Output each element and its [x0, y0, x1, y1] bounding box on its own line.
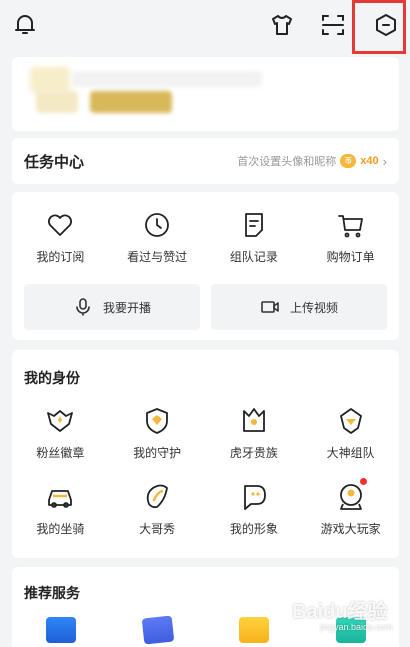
quick-label: 购物订单: [326, 250, 375, 264]
identity-item-avatar-image[interactable]: 我的形象: [206, 480, 303, 537]
quick-item-team-records[interactable]: 组队记录: [206, 210, 303, 265]
tshirt-icon[interactable]: [265, 8, 299, 42]
quick-item-subscriptions[interactable]: 我的订阅: [12, 210, 109, 265]
badge-blurred: [90, 91, 172, 113]
game-player-icon: [339, 484, 362, 510]
identity-item-guard[interactable]: 我的守护: [109, 404, 206, 461]
task-center-hint-group[interactable]: 首次设置头像和昵称 币 x40 ›: [237, 153, 387, 169]
settings-highlight-box: [352, 0, 406, 54]
identity-item-noble[interactable]: 虎牙贵族: [206, 404, 303, 461]
cart-icon: [337, 215, 363, 238]
top-bar: [0, 0, 410, 54]
quick-label: 组队记录: [229, 250, 278, 264]
identity-label: 我的坐骑: [36, 522, 85, 536]
quick-label: 我的订阅: [36, 250, 85, 264]
avatar-image-icon: [243, 485, 266, 510]
clock-icon: [145, 213, 170, 237]
master-team-icon: [339, 408, 362, 434]
upload-video-button[interactable]: 上传视频: [211, 284, 387, 330]
mount-car-icon: [48, 490, 73, 508]
task-center-card[interactable]: 任务中心 首次设置头像和昵称 币 x40 ›: [12, 138, 399, 184]
coin-icon: 币: [340, 154, 357, 168]
identity-label: 游戏大玩家: [320, 522, 381, 536]
identity-label: 大哥秀: [139, 522, 176, 536]
identity-label: 粉丝徽章: [36, 446, 85, 460]
recommended-title: 推荐服务: [24, 585, 80, 601]
quick-actions-card: 我的订阅 看过与赞过 组队记录 购物订单 我要开播 上传视频: [12, 192, 399, 340]
identity-item-master-team[interactable]: 大神组队: [302, 404, 399, 461]
go-live-button[interactable]: 我要开播: [24, 284, 200, 330]
identity-label: 大神组队: [326, 446, 375, 460]
big-brother-icon: [146, 484, 169, 509]
note-icon: [244, 213, 263, 237]
bell-icon[interactable]: [8, 8, 42, 42]
quick-label: 看过与赞过: [127, 250, 188, 264]
noble-crown-icon: [242, 408, 265, 432]
service-icon-yellow[interactable]: [239, 617, 269, 643]
go-live-label: 我要开播: [102, 300, 151, 315]
watermark-url: jingyan.baidu.com: [320, 622, 393, 632]
task-reward: x40: [360, 155, 379, 167]
microphone-icon: [76, 298, 90, 316]
service-icon-blue[interactable]: [46, 617, 76, 643]
upload-video-label: 上传视频: [289, 300, 338, 315]
fan-badge-icon: [47, 410, 74, 432]
level-blurred: [36, 91, 78, 113]
identity-item-mount[interactable]: 我的坐骑: [12, 480, 109, 537]
username-blurred: [72, 71, 262, 87]
identity-item-big-brother[interactable]: 大哥秀: [109, 480, 206, 537]
task-center-title: 任务中心: [24, 153, 85, 171]
identity-label: 虎牙贵族: [229, 446, 278, 460]
identity-item-fan-badge[interactable]: 粉丝徽章: [12, 404, 109, 461]
quick-item-history[interactable]: 看过与赞过: [109, 210, 206, 265]
chevron-right-icon: ›: [382, 153, 387, 169]
identity-label: 我的守护: [133, 446, 182, 460]
service-icon-purple[interactable]: [141, 615, 175, 645]
profile-card[interactable]: [12, 57, 399, 131]
identity-item-game-player[interactable]: 游戏大玩家: [302, 478, 399, 537]
video-camera-icon: [261, 301, 279, 313]
identity-card: 我的身份 粉丝徽章 我的守护 虎牙贵族 大神组队 我的坐骑 大哥秀 我的形象 游…: [12, 350, 399, 558]
guard-shield-icon: [146, 408, 169, 434]
watermark-text: Baidu经验: [292, 601, 388, 623]
task-center-hint: 首次设置头像和昵称: [237, 156, 337, 168]
quick-item-orders[interactable]: 购物订单: [302, 210, 399, 265]
heart-icon: [48, 214, 73, 236]
avatar: [30, 67, 70, 93]
identity-label: 我的形象: [229, 522, 278, 536]
scan-icon[interactable]: [316, 8, 350, 42]
identity-title: 我的身份: [24, 370, 80, 386]
